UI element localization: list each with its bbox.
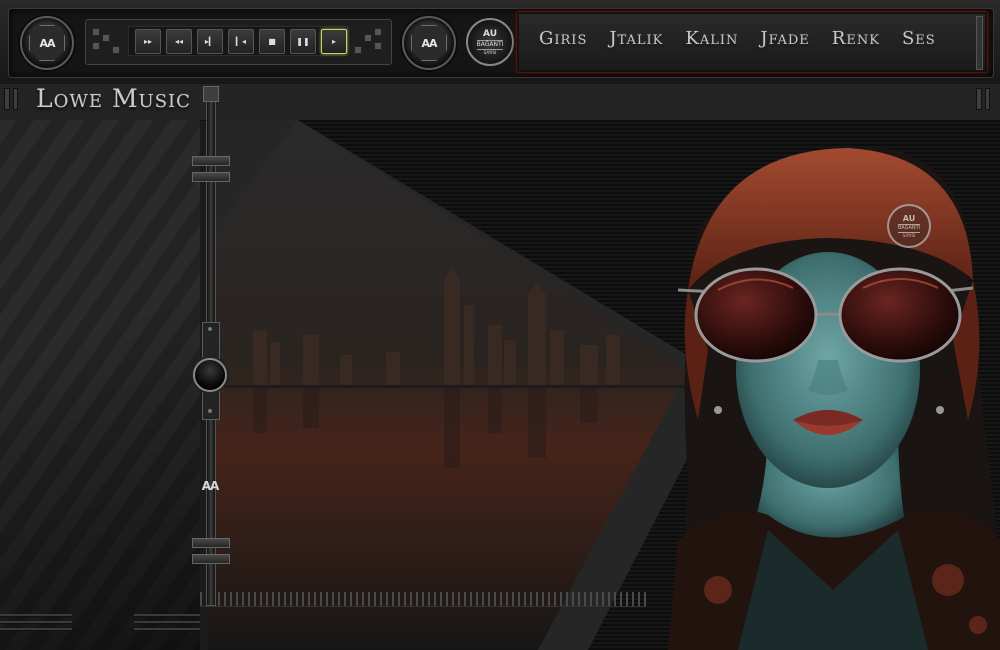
slider-knob[interactable]: [193, 358, 227, 392]
grip-handle-left[interactable]: [4, 88, 18, 110]
hero-illustration: [208, 120, 1000, 650]
stop-icon: ■: [268, 36, 276, 46]
slider-clip-lower-1: [192, 538, 230, 548]
counter-badge: AU BAĞANTI SAYISI: [466, 18, 514, 66]
aa-logo-icon: AA: [201, 479, 220, 493]
brand-emblem-left[interactable]: AA: [20, 16, 74, 70]
top-bar: AA ▸▸ ◂◂ ▸▎ ▎◂ ■ ❚❚ ▸ AA AU BAĞANTI SAYI…: [0, 0, 1000, 85]
progress-tick-strip[interactable]: [200, 592, 646, 607]
next-track-icon: ▸▎: [204, 36, 216, 46]
watermark-line-1: AU: [902, 213, 916, 223]
pause-button[interactable]: ❚❚: [290, 28, 316, 54]
volume-slider[interactable]: AA: [192, 86, 230, 606]
title-bar: Lowe Music: [0, 84, 1000, 121]
aa-logo-icon: AA: [29, 25, 65, 61]
slider-top-cap: [203, 86, 219, 102]
dots-decoration-left: [92, 28, 120, 56]
badge-line-1: AU: [483, 28, 497, 39]
transport-button-group: ▸▸ ◂◂ ▸▎ ▎◂ ■ ❚❚ ▸: [128, 26, 348, 56]
play-icon: ▸: [331, 36, 336, 46]
nav-link-renk[interactable]: Renk: [832, 28, 880, 49]
stop-button[interactable]: ■: [259, 28, 285, 54]
grip-handle-right[interactable]: [976, 88, 990, 110]
nav-link-kalin[interactable]: Kalin: [685, 28, 738, 49]
transport-controls: ▸▸ ◂◂ ▸▎ ▎◂ ■ ❚❚ ▸: [85, 19, 392, 65]
badge-line-3: SAYISI: [483, 49, 497, 55]
rewind-button[interactable]: ◂◂: [166, 28, 192, 54]
brand-emblem-right[interactable]: AA: [402, 16, 456, 70]
nav-link-ses[interactable]: Ses: [902, 28, 936, 49]
site-title: Lowe Music: [36, 84, 191, 113]
hero-artwork: [208, 120, 1000, 650]
left-side-panel: [0, 120, 200, 650]
watermark-line-3: SAYISI: [902, 232, 916, 238]
nav-scroll-rail: [976, 16, 983, 70]
dots-decoration-right: [354, 28, 382, 56]
divider-lines-left: [0, 614, 72, 636]
aa-logo-icon: AA: [411, 25, 447, 61]
watermark-badge: AU BAĞANTI SAYISI: [887, 204, 931, 248]
badge-line-2: BAĞANTI: [476, 39, 504, 50]
slider-clip-upper-2: [192, 172, 230, 182]
divider-lines-right: [134, 614, 200, 636]
pause-icon: ❚❚: [296, 36, 310, 46]
watermark-line-2: BAĞANTI: [897, 223, 921, 233]
slider-clip-lower-2: [192, 554, 230, 564]
nav-panel: Giris Jtalik Kalin Jfade Renk Ses: [516, 11, 988, 73]
play-button[interactable]: ▸: [321, 28, 347, 54]
fast-forward-button[interactable]: ▸▸: [135, 28, 161, 54]
nav-link-jfade[interactable]: Jfade: [760, 28, 809, 49]
previous-track-button[interactable]: ▎◂: [228, 28, 254, 54]
nav-link-jtalik[interactable]: Jtalik: [609, 28, 663, 49]
next-track-button[interactable]: ▸▎: [197, 28, 223, 54]
nav-links: Giris Jtalik Kalin Jfade Renk Ses: [539, 28, 936, 49]
slider-clip-upper-1: [192, 156, 230, 166]
nav-link-giris[interactable]: Giris: [539, 28, 587, 49]
rewind-icon: ◂◂: [174, 36, 184, 46]
previous-track-icon: ▎◂: [235, 36, 247, 46]
fast-forward-icon: ▸▸: [143, 36, 153, 46]
